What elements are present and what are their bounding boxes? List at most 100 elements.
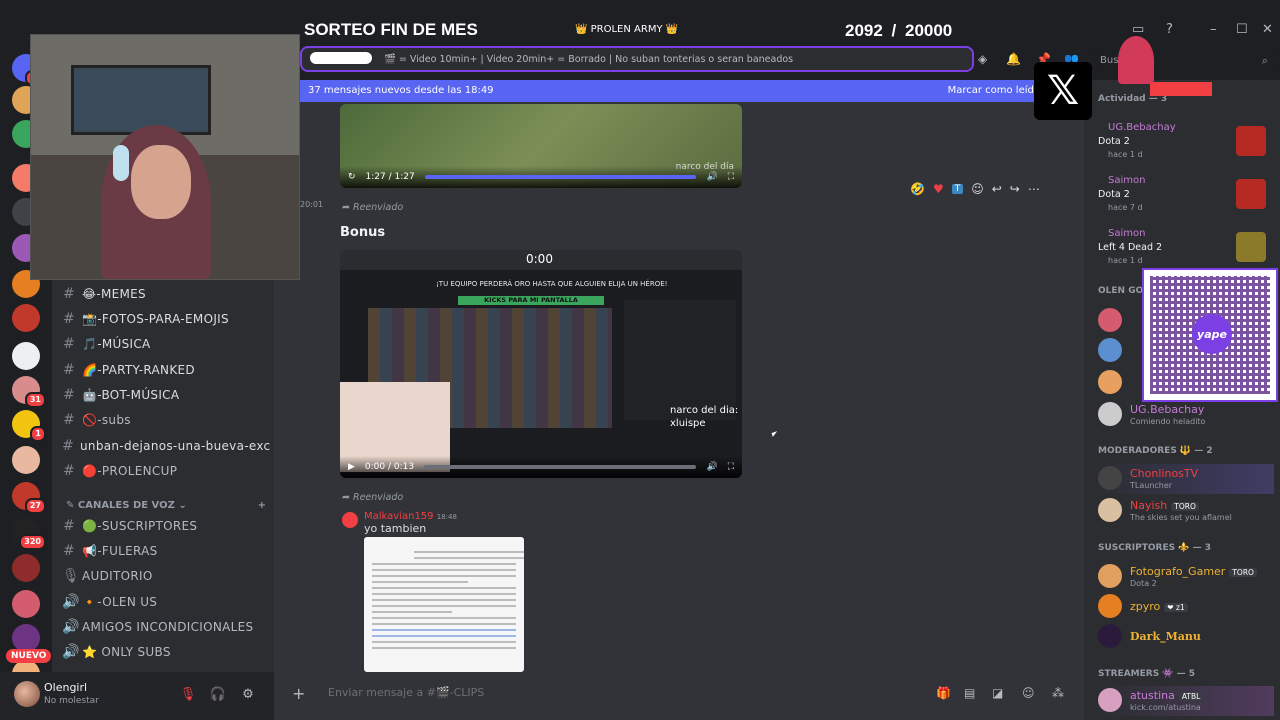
bell-icon[interactable]: 🔔 <box>1006 52 1021 66</box>
hash-icon: # <box>62 286 76 302</box>
member-item[interactable]: ChonlinosTV TLauncher <box>1098 464 1274 494</box>
channel-topic[interactable]: 🎬 = Video 10min+ | Video 20min+ = Borrad… <box>384 54 793 65</box>
server-icon[interactable] <box>12 304 40 332</box>
channel-item[interactable]: ▶#🌈-PARTY-RANKED <box>62 358 270 382</box>
member-item[interactable]: UG.Bebachay Comiendo heladito <box>1098 400 1274 430</box>
add-reaction-icon[interactable]: ☺ <box>971 182 984 196</box>
threads-icon[interactable]: ◈ <box>978 52 987 66</box>
apps-icon[interactable]: ⁂ <box>1052 686 1064 700</box>
message-author[interactable]: Malkavian159 18:48 <box>364 511 457 522</box>
gear-icon[interactable]: ⚙ <box>238 684 258 704</box>
voice-category-header[interactable]: ✎ CANALES DE VOZ ⌄ + <box>66 500 266 511</box>
avatar[interactable] <box>342 512 358 528</box>
sticker-icon[interactable]: ◪ <box>992 686 1003 700</box>
activity-card[interactable]: Saimon Left 4 Dead 2 hace 1 d <box>1092 224 1272 272</box>
laugh-reaction-icon[interactable]: 🤣 <box>910 182 925 196</box>
server-icon[interactable]: 320 <box>12 518 46 550</box>
gif-icon[interactable]: ▤ <box>964 686 975 700</box>
hash-icon: # <box>62 463 76 479</box>
video-player[interactable]: narco del día ↻ 1:27 / 1:27 🔊 ⛶ <box>340 104 742 188</box>
avatar <box>1098 594 1122 618</box>
voice-channel-item[interactable]: 🔊 ⭐ ONLY SUBS <box>62 640 270 664</box>
hash-icon: # <box>62 387 76 403</box>
group-header: OLEN GO <box>1098 286 1144 296</box>
member-item[interactable]: zpyro ❤ z1 <box>1098 592 1274 622</box>
member-item[interactable]: Fotografo_Gamer TORO Dota 2 <box>1098 562 1274 592</box>
member-item[interactable]: Dark_Manu <box>1098 622 1274 652</box>
hash-icon: # <box>62 518 76 534</box>
dota-icon <box>1236 126 1266 156</box>
video-seekbar[interactable] <box>424 175 697 179</box>
channel-header: 🎬 = Video 10min+ | Video 20min+ = Borrad… <box>300 46 974 72</box>
channel-item[interactable]: ▶#📸-FOTOS-PARA-EMOJIS <box>62 307 270 331</box>
gift-icon[interactable]: 🎁 <box>936 686 951 700</box>
add-attachment-icon[interactable]: + <box>292 684 305 703</box>
voice-channel-item[interactable]: 🎙 AUDITORIO <box>62 564 270 588</box>
avatar <box>1098 338 1122 362</box>
new-messages-bar[interactable]: 37 mensajes nuevos desde las 18:49 Marca… <box>300 80 1090 102</box>
activity-card[interactable]: Saimon Dota 2 hace 7 d <box>1092 171 1272 219</box>
activity-card[interactable]: UG.Bebachay Dota 2 hace 1 d <box>1092 118 1272 166</box>
webcam-overlay <box>30 34 300 280</box>
channel-item[interactable]: ▶#🎵-MÚSICA <box>62 332 270 356</box>
server-icon[interactable] <box>12 624 40 652</box>
t-reaction-icon[interactable]: T <box>951 184 964 194</box>
fullscreen-icon[interactable]: ⛶ <box>728 172 734 182</box>
message-input[interactable]: Enviar mensaje a #🎬-CLIPS <box>328 686 484 699</box>
channel-item[interactable]: ▶#unban-dejanos-una-bueva-exc... <box>62 434 270 458</box>
stream-chat <box>624 300 736 420</box>
volume-icon[interactable]: 🔊 <box>706 172 717 182</box>
hash-icon: # <box>62 362 76 378</box>
deafen-icon[interactable]: 🎧 <box>208 684 228 704</box>
channel-item[interactable]: # 🔴-PROLENCUP <box>62 459 270 483</box>
avatar <box>1098 498 1122 522</box>
member-item[interactable]: Nayish TORO The skies set you aflamel <box>1098 496 1274 526</box>
server-icon[interactable] <box>12 590 40 618</box>
mark-read-button[interactable]: Marcar como leído <box>948 85 1040 96</box>
voice-channel-item[interactable]: 🔊 AMIGOS INCONDICIONALES <box>62 615 270 639</box>
message-text: yo tambien <box>364 522 427 535</box>
maximize-icon[interactable]: ☐ <box>1236 22 1248 37</box>
reply-icon[interactable]: ↩ <box>992 182 1002 196</box>
channel-item[interactable]: # 😂-MEMES <box>62 282 270 306</box>
server-icon[interactable]: 1 <box>12 410 46 442</box>
server-icon[interactable] <box>12 554 40 582</box>
inbox-icon[interactable]: ▭ <box>1132 22 1144 37</box>
server-icon[interactable]: 31 <box>12 376 46 408</box>
server-icon[interactable]: 27 <box>12 482 46 514</box>
role-badge: ❤ z1 <box>1164 602 1188 612</box>
message-actions: 🤣 ♥ T ☺ ↩ ↪ ⋯ <box>910 178 1068 200</box>
volume-icon[interactable]: 🔊 <box>706 462 717 472</box>
video-seekbar[interactable] <box>424 465 697 469</box>
new-unreads-pill[interactable]: NUEVO <box>6 649 52 663</box>
overlay-banner <box>1150 82 1212 96</box>
video-progress <box>424 175 697 179</box>
close-icon[interactable]: ✕ <box>1262 22 1273 37</box>
image-attachment[interactable] <box>364 537 524 672</box>
voice-channel-item[interactable]: 🔊 🔸-OLEN US <box>62 590 270 614</box>
fullscreen-icon[interactable]: ⛶ <box>728 462 734 472</box>
discord-window: SORTEO FIN DE MES 👑 PROLEN ARMY 👑 2092 /… <box>0 0 1280 720</box>
add-channel-icon[interactable]: + <box>258 500 266 511</box>
member-item[interactable]: atustina ATBL kick.com/atustina <box>1098 686 1274 716</box>
more-icon[interactable]: ⋯ <box>1028 182 1040 196</box>
help-icon[interactable]: ? <box>1166 22 1173 37</box>
avatar[interactable] <box>14 681 40 707</box>
channel-item[interactable]: # 🚫-subs <box>62 408 270 432</box>
voice-channel-item[interactable]: # 📢-FULERAS <box>62 539 270 563</box>
minimize-icon[interactable]: – <box>1210 22 1217 37</box>
forward-icon[interactable]: ↪ <box>1010 182 1020 196</box>
replay-icon[interactable]: ↻ <box>348 172 356 182</box>
play-icon[interactable]: ▶ <box>348 462 355 472</box>
video-player[interactable]: 0:00 ¡TU EQUIPO PERDERÁ ORO HASTA QUE AL… <box>340 250 742 478</box>
mute-mic-icon[interactable]: 🎙 <box>178 684 198 704</box>
server-icon[interactable] <box>12 446 40 474</box>
video-time: 1:27 / 1:27 <box>365 172 415 182</box>
heart-reaction-icon[interactable]: ♥ <box>933 182 944 196</box>
user-status: No molestar <box>44 696 99 706</box>
server-icon[interactable] <box>12 342 40 370</box>
emoji-icon[interactable]: ☺ <box>1022 686 1035 700</box>
voice-channel-item[interactable]: # 🟢-SUSCRIPTORES <box>62 514 270 538</box>
avatar <box>1098 370 1122 394</box>
channel-item[interactable]: ▶#🤖-BOT-MÚSICA <box>62 383 270 407</box>
